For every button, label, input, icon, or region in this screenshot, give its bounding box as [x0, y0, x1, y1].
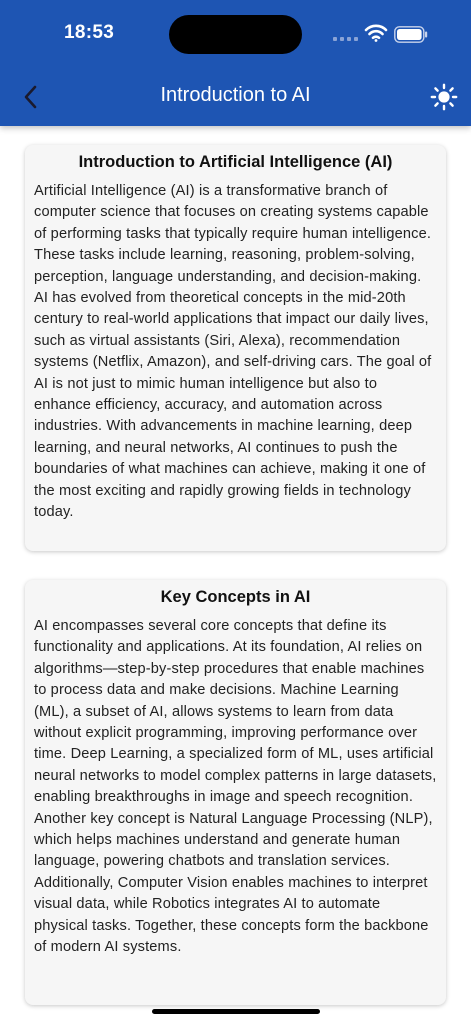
intro-card: Introduction to Artificial Intelligence …: [25, 145, 446, 551]
wifi-icon: [364, 24, 388, 42]
card-body: Artificial Intelligence (AI) is a transf…: [34, 183, 432, 521]
battery-icon: [394, 26, 428, 43]
status-time: 18:53: [64, 22, 115, 43]
cellular-signal-icon: [333, 37, 358, 41]
card-body: AI encompasses several core concepts tha…: [34, 618, 437, 956]
card-title: Introduction to Artificial Intelligence …: [78, 153, 393, 171]
dynamic-island: [169, 15, 302, 54]
app-header: 18:53 Introduction to AI: [0, 0, 471, 126]
card-title: Key Concepts in AI: [160, 588, 311, 606]
theme-toggle-button[interactable]: [430, 83, 458, 111]
sun-icon: [430, 83, 458, 111]
home-indicator[interactable]: [152, 1009, 320, 1014]
page-title: Introduction to AI: [160, 84, 311, 106]
key-concepts-card: Key Concepts in AI AI encompasses severa…: [25, 580, 446, 1005]
